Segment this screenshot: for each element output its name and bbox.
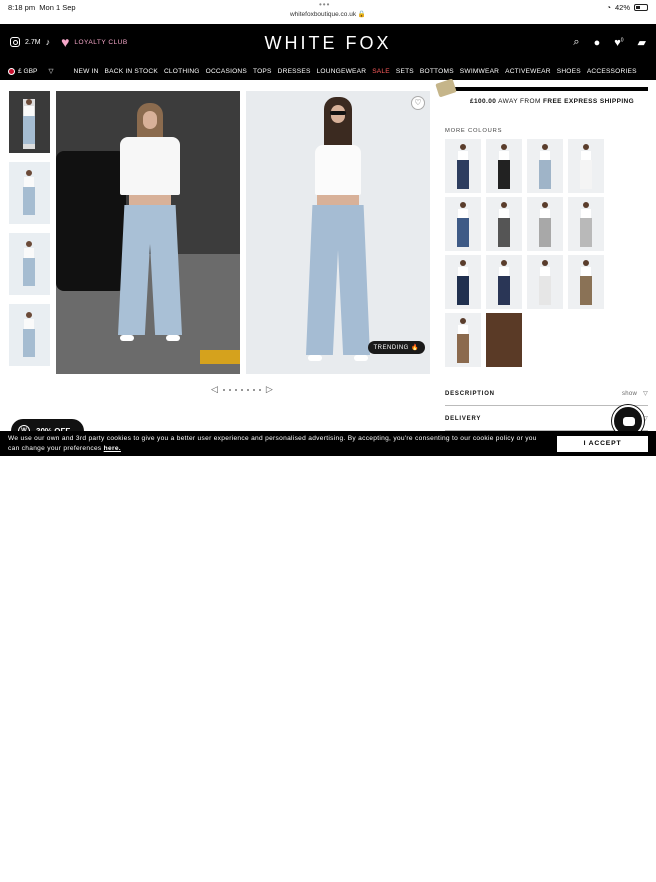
battery-icon [634,4,648,11]
pager-dot[interactable] [222,388,225,391]
product-thumbnail[interactable] [9,304,50,366]
description-label: DESCRIPTION [445,390,495,397]
chevron-down-icon: ▽ [643,391,648,397]
colour-swatch[interactable] [445,313,481,367]
nav-item-clothing[interactable]: CLOTHING [164,68,200,75]
accept-cookies-button[interactable]: I ACCEPT [557,436,648,452]
nav-item-back-in-stock[interactable]: BACK IN STOCK [105,68,158,75]
wishlist-count: 0 [620,36,624,43]
nav-item-dresses[interactable]: DRESSES [278,68,311,75]
status-right: ◔ 42% [606,3,648,12]
pager-dot[interactable] [252,388,255,391]
flame-icon: 🔥 [411,345,419,351]
colour-swatch[interactable] [486,139,522,193]
product-thumbnail[interactable] [9,162,50,224]
trending-badge: TRENDING 🔥 [367,341,425,354]
colour-swatch[interactable] [445,255,481,309]
colour-swatch[interactable] [486,313,522,367]
chevron-down-icon: ▽ [48,68,54,75]
colour-swatch[interactable] [568,139,604,193]
colour-swatch[interactable] [527,255,563,309]
description-accordion[interactable]: DESCRIPTION show ▽ [445,382,648,406]
colour-swatch[interactable] [527,139,563,193]
shipping-progress-bar [445,87,648,91]
pager-dot[interactable] [258,388,261,391]
product-photo-lifestyle[interactable] [56,91,240,374]
battery-percent: 42% [614,3,630,12]
nav-items: NEW IN BACK IN STOCK CLOTHING OCCASIONS TOPS… [74,68,637,75]
currency-selector[interactable]: £ GBP ▽ [8,67,54,75]
nav-item-activewear[interactable]: ACTIVEWEAR [505,68,551,75]
model-figure [118,103,182,341]
nav-item-tops[interactable]: TOPS [253,68,272,75]
colour-swatch[interactable] [486,255,522,309]
site-logo[interactable]: WHITE FOX [0,33,656,54]
colour-swatch[interactable] [445,197,481,251]
currency-label: £ GBP [18,67,38,75]
shipping-message: £100.00 AWAY FROM FREE EXPRESS SHIPPING [470,98,635,105]
pager-dot[interactable] [246,388,249,391]
description-toggle[interactable]: show ▽ [622,390,648,397]
shopping-bag-icon [435,78,457,98]
nav-item-loungewear[interactable]: LOUNGEWEAR [317,68,367,75]
nav-item-sale[interactable]: SALE [372,68,390,75]
status-bar: 8:18 pm Mon 1 Sep ••• whitefoxboutique.c… [0,0,656,24]
pager-dot[interactable] [228,388,231,391]
site-header: 2.7M ♪ ♥ LOYALTY CLUB WHITE FOX ⌕ ● ♥0 ▰ [0,24,656,62]
tab-dots-icon[interactable]: ••• [319,0,330,9]
main-nav: £ GBP ▽ NEW IN BACK IN STOCK CLOTHING OCCAS… [0,62,656,80]
product-thumbnail[interactable] [9,233,50,295]
nav-item-new-in[interactable]: NEW IN [74,68,99,75]
gallery-pager: ◁ ▷ [211,384,273,395]
cookie-banner: We use our own and 3rd party cookies to … [0,431,656,882]
prev-arrow-icon[interactable]: ◁ [211,384,218,395]
nav-item-swimwear[interactable]: SWIMWEAR [460,68,499,75]
product-photo-studio[interactable]: ♡ TRENDING 🔥 [246,91,430,374]
car-shape [56,151,126,291]
chat-bubble-icon [623,417,635,426]
wifi-icon: ◔ [606,3,611,12]
nav-item-accessories[interactable]: ACCESSORIES [587,68,637,75]
more-colours-label: MORE COLOURS [445,128,503,134]
bag-icon[interactable]: ▰ [638,36,646,49]
header-icons: ⌕ ● ♥0 ▰ [573,36,646,49]
colour-swatch[interactable] [445,139,481,193]
next-arrow-icon[interactable]: ▷ [266,384,273,395]
nav-item-shoes[interactable]: SHOES [557,68,581,75]
thumbnail-strip [9,91,50,375]
model-figure [306,97,370,361]
delivery-label: DELIVERY [445,415,482,422]
product-thumbnail[interactable] [9,91,50,153]
nav-item-occasions[interactable]: OCCASIONS [206,68,247,75]
colour-swatch[interactable] [568,197,604,251]
account-icon[interactable]: ● [594,37,601,49]
search-icon[interactable]: ⌕ [573,36,579,49]
nav-item-sets[interactable]: SETS [396,68,414,75]
cookie-text: We use our own and 3rd party cookies to … [8,435,537,452]
colour-swatch[interactable] [568,255,604,309]
url-bar[interactable]: whitefoxboutique.co.uk 🔒 [0,10,656,18]
colour-swatches [445,139,604,367]
cookie-preferences-link[interactable]: here. [104,445,121,452]
pager-dot[interactable] [240,388,243,391]
nav-item-bottoms[interactable]: BOTTOMS [420,68,454,75]
wishlist-icon[interactable]: ♥0 [614,37,623,49]
pager-dot[interactable] [234,388,237,391]
colour-swatch[interactable] [527,197,563,251]
uk-flag-icon [8,67,15,75]
wishlist-heart-icon[interactable]: ♡ [411,96,425,110]
colour-swatch[interactable] [486,197,522,251]
